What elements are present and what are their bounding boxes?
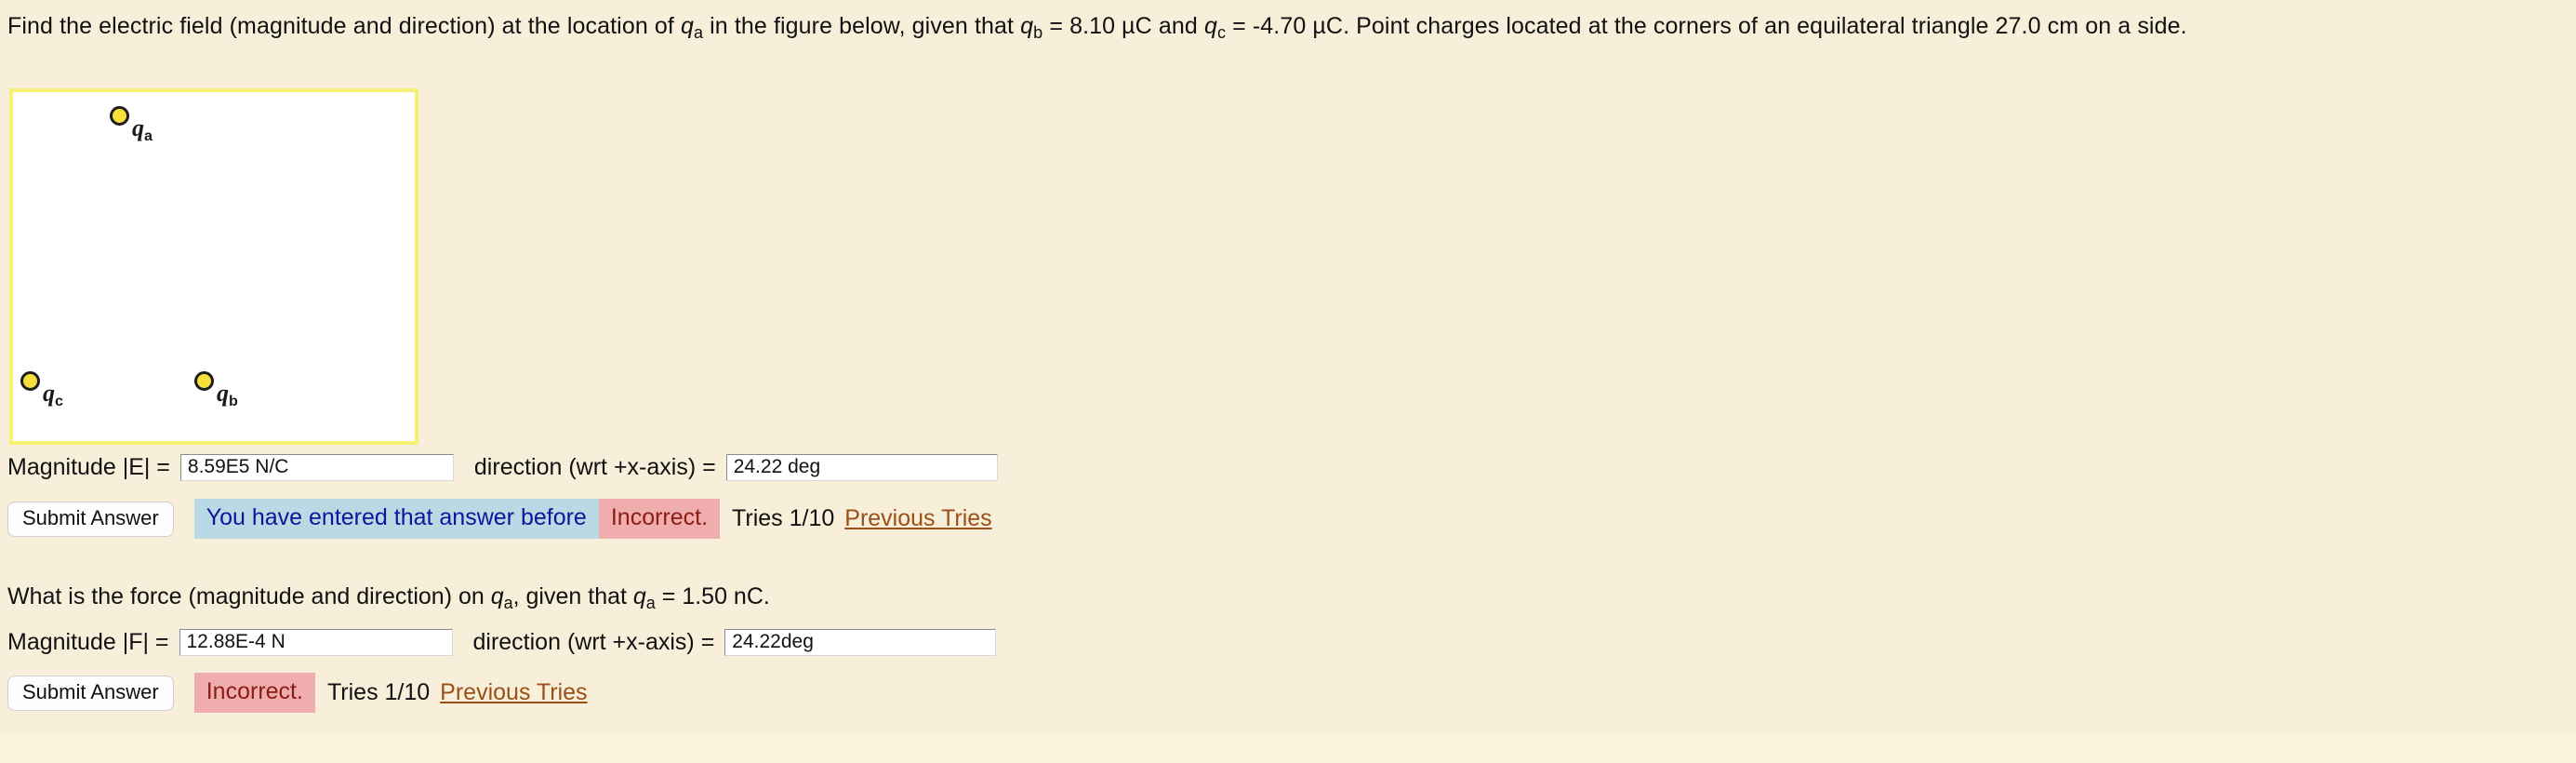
answer-row-force: Magnitude |F| = direction (wrt +x-axis) …: [7, 629, 997, 656]
statement-text-3: =: [1042, 13, 1070, 39]
charge-figure: qa qc qb: [9, 88, 418, 445]
symbol-qc-1: qc: [1203, 13, 1227, 43]
value-qc: -4.70 µC: [1252, 13, 1344, 39]
problem-page: Find the electric field (magnitude and d…: [0, 0, 2576, 763]
statement-text-2: in the figure below, given that: [703, 13, 1021, 39]
charge-dot-icon: [20, 371, 40, 391]
submit-answer-button-e[interactable]: Submit Answer: [7, 501, 174, 537]
figure-canvas: qa qc qb: [13, 92, 415, 441]
question-text-2: , given that: [512, 583, 633, 609]
statement-text-5: =: [1226, 13, 1253, 39]
tries-counter-f: Tries 1/10: [326, 679, 431, 705]
incorrect-badge-f: Incorrect.: [193, 673, 315, 713]
incorrect-badge-e: Incorrect.: [598, 499, 721, 539]
tries-counter-e: Tries 1/10: [732, 505, 835, 531]
direction-e-label: direction (wrt +x-axis) =: [473, 454, 716, 480]
previous-tries-link-e[interactable]: Previous Tries: [844, 505, 991, 532]
charge-dot-icon: [110, 106, 129, 126]
submit-row-electric-field: Submit Answer You have entered that answ…: [7, 499, 992, 539]
previous-tries-link-f[interactable]: Previous Tries: [440, 679, 587, 706]
direction-f-label: direction (wrt +x-axis) =: [472, 629, 715, 655]
charge-label-qc: qc: [43, 380, 63, 409]
symbol-qb-1: qb: [1020, 13, 1043, 43]
question-text-3: =: [655, 583, 683, 609]
statement-text-6: . Point charges located at the corners o…: [1343, 13, 1996, 39]
question-force: What is the force (magnitude and directi…: [7, 581, 770, 612]
value-qa-force: 1.50 nC: [682, 583, 764, 609]
symbol-qa-1: qa: [680, 13, 704, 43]
direction-e-input[interactable]: [725, 454, 998, 481]
direction-f-input[interactable]: [724, 629, 997, 656]
value-side-length: 27.0 cm: [1995, 13, 2079, 39]
charge-label-qb: qb: [217, 380, 238, 409]
question-text-1: What is the force (magnitude and directi…: [7, 583, 491, 609]
page-bottom-filler: [0, 733, 2576, 763]
magnitude-e-label: Magnitude |E| =: [7, 454, 170, 480]
submit-answer-button-f[interactable]: Submit Answer: [7, 675, 174, 711]
answer-row-electric-field: Magnitude |E| = direction (wrt +x-axis) …: [7, 454, 998, 481]
value-qb: 8.10 µC: [1069, 13, 1152, 39]
entered-before-message-e: You have entered that answer before: [193, 499, 599, 539]
symbol-qa-2: qa: [490, 583, 513, 613]
statement-text-7: on a side.: [2078, 13, 2187, 39]
magnitude-f-input[interactable]: [179, 629, 453, 656]
problem-statement: Find the electric field (magnitude and d…: [7, 9, 2567, 44]
statement-text-4: and: [1151, 13, 1204, 39]
charge-label-qa: qa: [132, 114, 153, 144]
statement-text-1: Find the electric field (magnitude and d…: [7, 13, 681, 39]
symbol-qa-3: qa: [632, 583, 656, 613]
magnitude-e-input[interactable]: [179, 454, 454, 481]
submit-row-force: Submit Answer Incorrect. Tries 1/10 Prev…: [7, 673, 588, 713]
charge-dot-icon: [194, 371, 214, 391]
magnitude-f-label: Magnitude |F| =: [7, 629, 169, 655]
question-text-4: .: [763, 583, 770, 609]
